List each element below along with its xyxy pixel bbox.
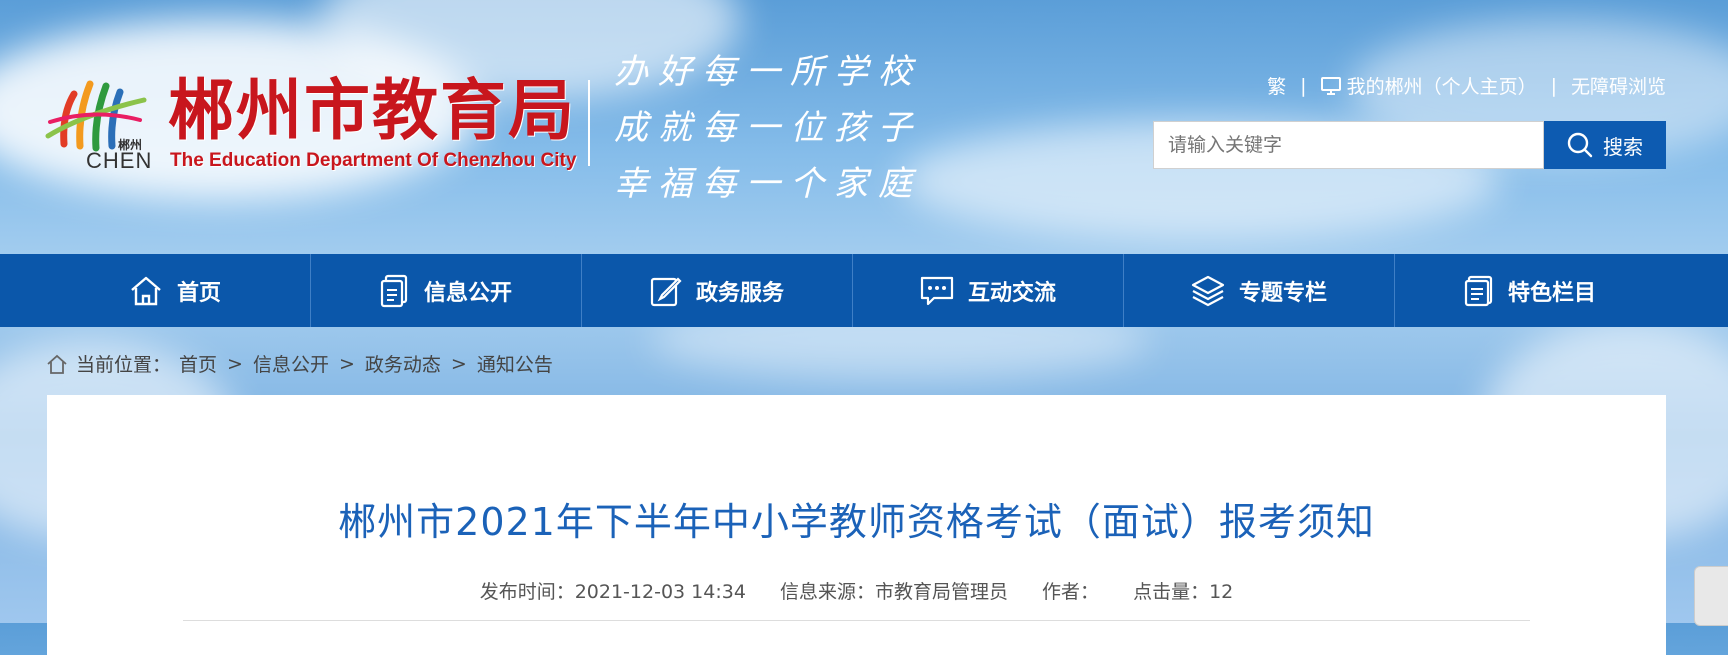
monitor-icon [1320,76,1341,95]
breadcrumb-link-info-public[interactable]: 信息公开 [253,350,329,377]
article-title: 郴州市2021年下半年中小学教师资格考试（面试）报考须知 [338,500,1375,544]
breadcrumb-link-gov-news[interactable]: 政务动态 [365,350,441,377]
list-icon [1464,275,1493,306]
nav-item-home[interactable]: 首页 [40,254,311,327]
slogan-line: 幸福每一个家庭 [614,164,922,204]
separator: | [1550,74,1557,97]
site-subtitle: The Education Department Of Chenzhou Cit… [170,150,577,171]
chat-icon [920,276,954,305]
site-title[interactable]: 郴州市教育局 [168,74,576,146]
search-button-label: 搜索 [1603,134,1644,159]
nav-label: 专题专栏 [1238,280,1327,306]
edit-icon [650,276,682,306]
breadcrumb-separator: > [227,352,243,375]
search-bar: 搜索 [1153,121,1666,169]
slogan-line: 办好每一所学校 [614,52,922,92]
top-links: 繁 | 我的郴州（个人主页） | 无障碍浏览 [1267,72,1666,99]
accessibility-link[interactable]: 无障碍浏览 [1571,72,1666,99]
slogans: 办好每一所学校 成就每一位孩子 幸福每一个家庭 [614,44,922,212]
meta-divider [183,620,1530,621]
traditional-chinese-link[interactable]: 繁 [1267,72,1286,99]
my-chenzhou-label: 我的郴州（个人主页） [1346,76,1537,98]
view-count: 点击量：12 [1133,581,1234,603]
author: 作者： [1042,581,1100,603]
separator: | [1300,74,1307,97]
nav-label: 特色栏目 [1507,280,1596,306]
breadcrumb-separator: > [338,352,355,375]
main-nav: 首页 信息公开 政务服务 互动交流 专题专栏 特色栏目 [0,254,1728,327]
header-divider [588,80,590,166]
document-icon [380,274,408,307]
side-float-button[interactable] [1694,566,1728,626]
my-chenzhou-link[interactable]: 我的郴州（个人主页） [1320,72,1537,99]
nav-item-info-public[interactable]: 信息公开 [311,254,582,327]
nav-item-featured[interactable]: 特色栏目 [1395,254,1665,327]
nav-label: 首页 [176,280,221,306]
nav-label: 信息公开 [423,280,512,306]
search-input[interactable] [1153,121,1545,169]
layers-icon [1191,275,1225,306]
home-icon [47,354,67,374]
slogan-line: 成就每一位孩子 [614,108,922,148]
info-source: 信息来源：市教育局管理员 [779,581,1008,603]
breadcrumb-link-home[interactable]: 首页 [179,350,217,377]
search-icon [1567,132,1593,158]
article-panel: 郴州市2021年下半年中小学教师资格考试（面试）报考须知 发布时间：2021-1… [47,395,1666,655]
logo-chen-text: CHEN [86,148,153,173]
breadcrumb-prefix: 当前位置： [76,354,172,376]
breadcrumb-separator: > [450,352,467,375]
nav-item-special-topics[interactable]: 专题专栏 [1124,254,1395,327]
home-icon [131,276,161,305]
article-meta: 发布时间：2021-12-03 14:34 信息来源：市教育局管理员 作者： 点… [47,577,1666,604]
breadcrumb-link-notices[interactable]: 通知公告 [477,350,553,377]
site-header: 郴州 CHEN 郴州市教育局 The Education Department … [0,0,1728,254]
nav-label: 互动交流 [967,280,1056,306]
publish-time: 发布时间：2021-12-03 14:34 [479,581,746,603]
search-button[interactable]: 搜索 [1544,121,1666,169]
breadcrumb: 当前位置： 首页 > 信息公开 > 政务动态 > 通知公告 [46,350,553,377]
nav-label: 政务服务 [695,280,784,306]
nav-item-interaction[interactable]: 互动交流 [853,254,1124,327]
nav-item-gov-services[interactable]: 政务服务 [582,254,853,327]
